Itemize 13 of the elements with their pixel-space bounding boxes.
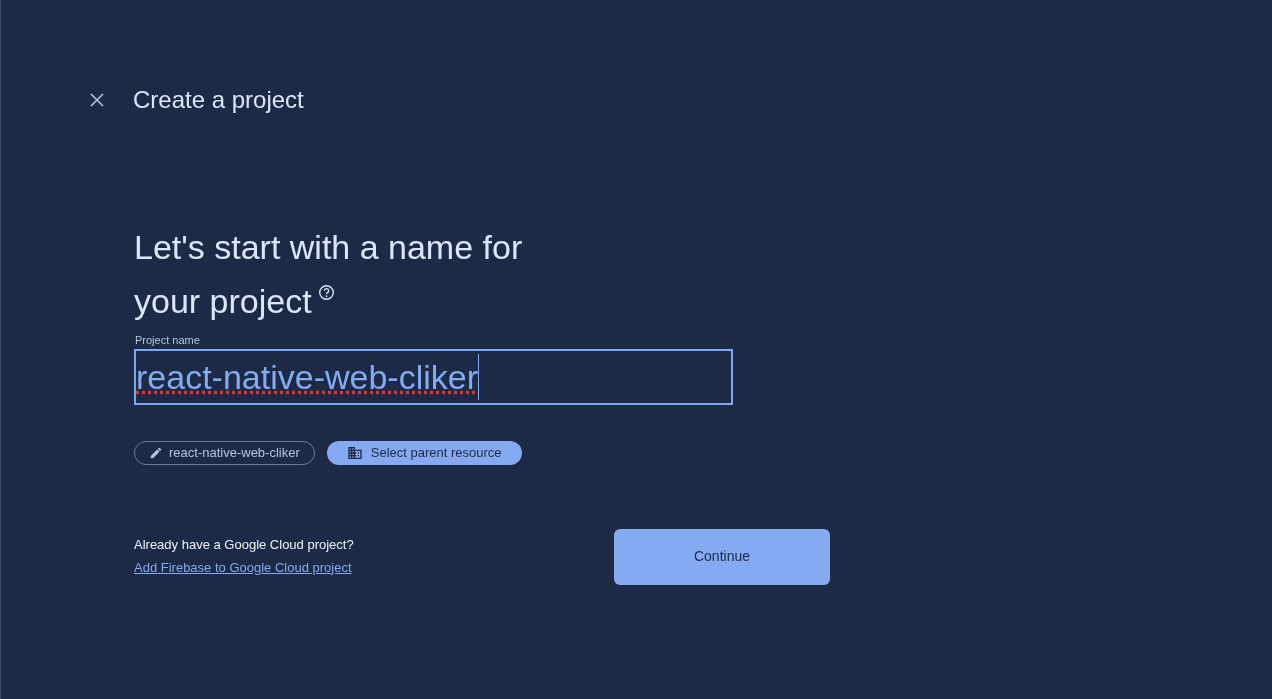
continue-button[interactable]: Continue [614,528,830,585]
close-icon[interactable] [89,92,105,108]
page-title: Create a project [133,85,304,115]
add-firebase-link[interactable]: Add Firebase to Google Cloud project [134,559,352,575]
building-icon [346,444,363,461]
heading-line: Let's start with a name for [134,227,523,268]
parent-resource-button[interactable]: Select parent resource [326,440,522,465]
field-label: Project name [135,333,200,348]
heading-line: your project [134,281,312,322]
help-icon[interactable] [317,284,335,301]
project-name-field[interactable]: react-native-web-cliker [134,348,733,405]
google-cloud-question: Already have a Google Cloud project? [134,535,354,554]
pencil-icon [149,445,163,460]
